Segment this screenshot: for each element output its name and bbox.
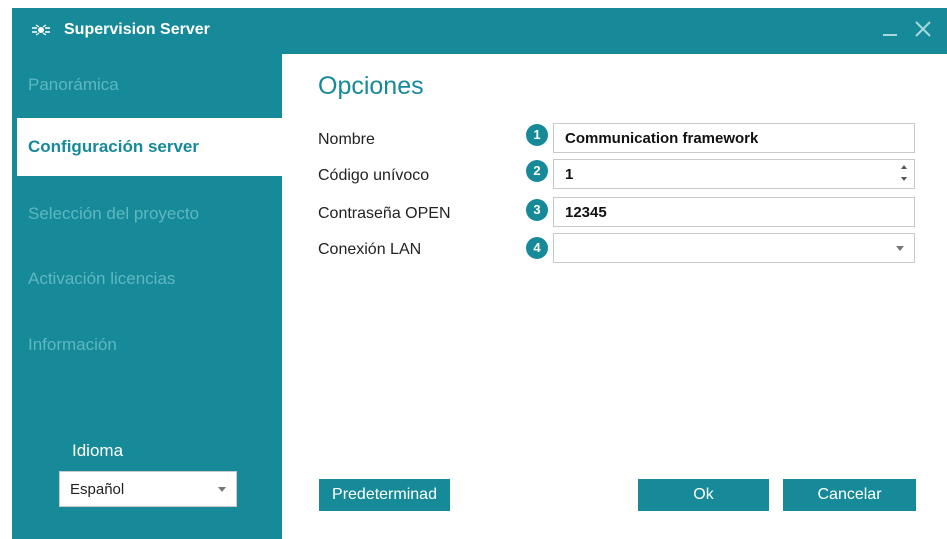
- name-value: Communication framework: [565, 130, 759, 147]
- title-bar: Supervision Server: [12, 8, 947, 54]
- unique-code-label: Código unívoco: [318, 167, 430, 184]
- open-password-label: Contraseña OPEN: [318, 205, 451, 222]
- chevron-down-icon: [896, 246, 904, 251]
- sidebar-item-informacion[interactable]: Información: [12, 316, 282, 374]
- open-password-field[interactable]: 12345: [553, 197, 915, 227]
- step-badge-1: 1: [526, 124, 548, 146]
- language-value: Español: [70, 481, 125, 498]
- sidebar-item-seleccion-proyecto[interactable]: Selección del proyecto: [12, 185, 282, 243]
- step-badge-2: 2: [526, 160, 548, 182]
- options-panel: Opciones Nombre 1 Communication framewor…: [282, 54, 947, 539]
- spin-up-icon[interactable]: [901, 165, 907, 169]
- name-label: Nombre: [318, 131, 375, 148]
- default-button[interactable]: Predeterminad: [319, 479, 450, 511]
- step-badge-4: 4: [526, 237, 548, 259]
- lan-connection-label: Conexión LAN: [318, 241, 422, 258]
- cancel-button[interactable]: Cancelar: [783, 479, 916, 511]
- close-icon[interactable]: [912, 18, 934, 40]
- step-badge-3: 3: [526, 199, 548, 221]
- sidebar-item-panoramica[interactable]: Panorámica: [12, 56, 282, 114]
- app-window: Supervision Server Panorámica Configurac…: [12, 8, 947, 539]
- chevron-down-icon: [218, 487, 226, 492]
- language-select[interactable]: Español: [59, 471, 237, 507]
- language-label: Idioma: [72, 441, 124, 460]
- sidebar: Panorámica Configuración server Selecció…: [12, 54, 282, 539]
- open-password-value: 12345: [565, 204, 607, 221]
- app-logo-icon: [30, 22, 52, 38]
- sidebar-item-configuracion-server[interactable]: Configuración server: [17, 118, 282, 176]
- window-title: Supervision Server: [64, 21, 210, 38]
- spin-down-icon[interactable]: [901, 177, 907, 181]
- ok-button[interactable]: Ok: [638, 479, 769, 511]
- unique-code-stepper[interactable]: 1: [553, 159, 915, 189]
- lan-connection-select[interactable]: [553, 233, 915, 263]
- page-title: Opciones: [318, 72, 424, 100]
- minimize-icon[interactable]: [880, 20, 900, 40]
- sidebar-item-activacion-licencias[interactable]: Activación licencias: [12, 250, 282, 308]
- name-field[interactable]: Communication framework: [553, 123, 915, 153]
- unique-code-value: 1: [565, 166, 574, 183]
